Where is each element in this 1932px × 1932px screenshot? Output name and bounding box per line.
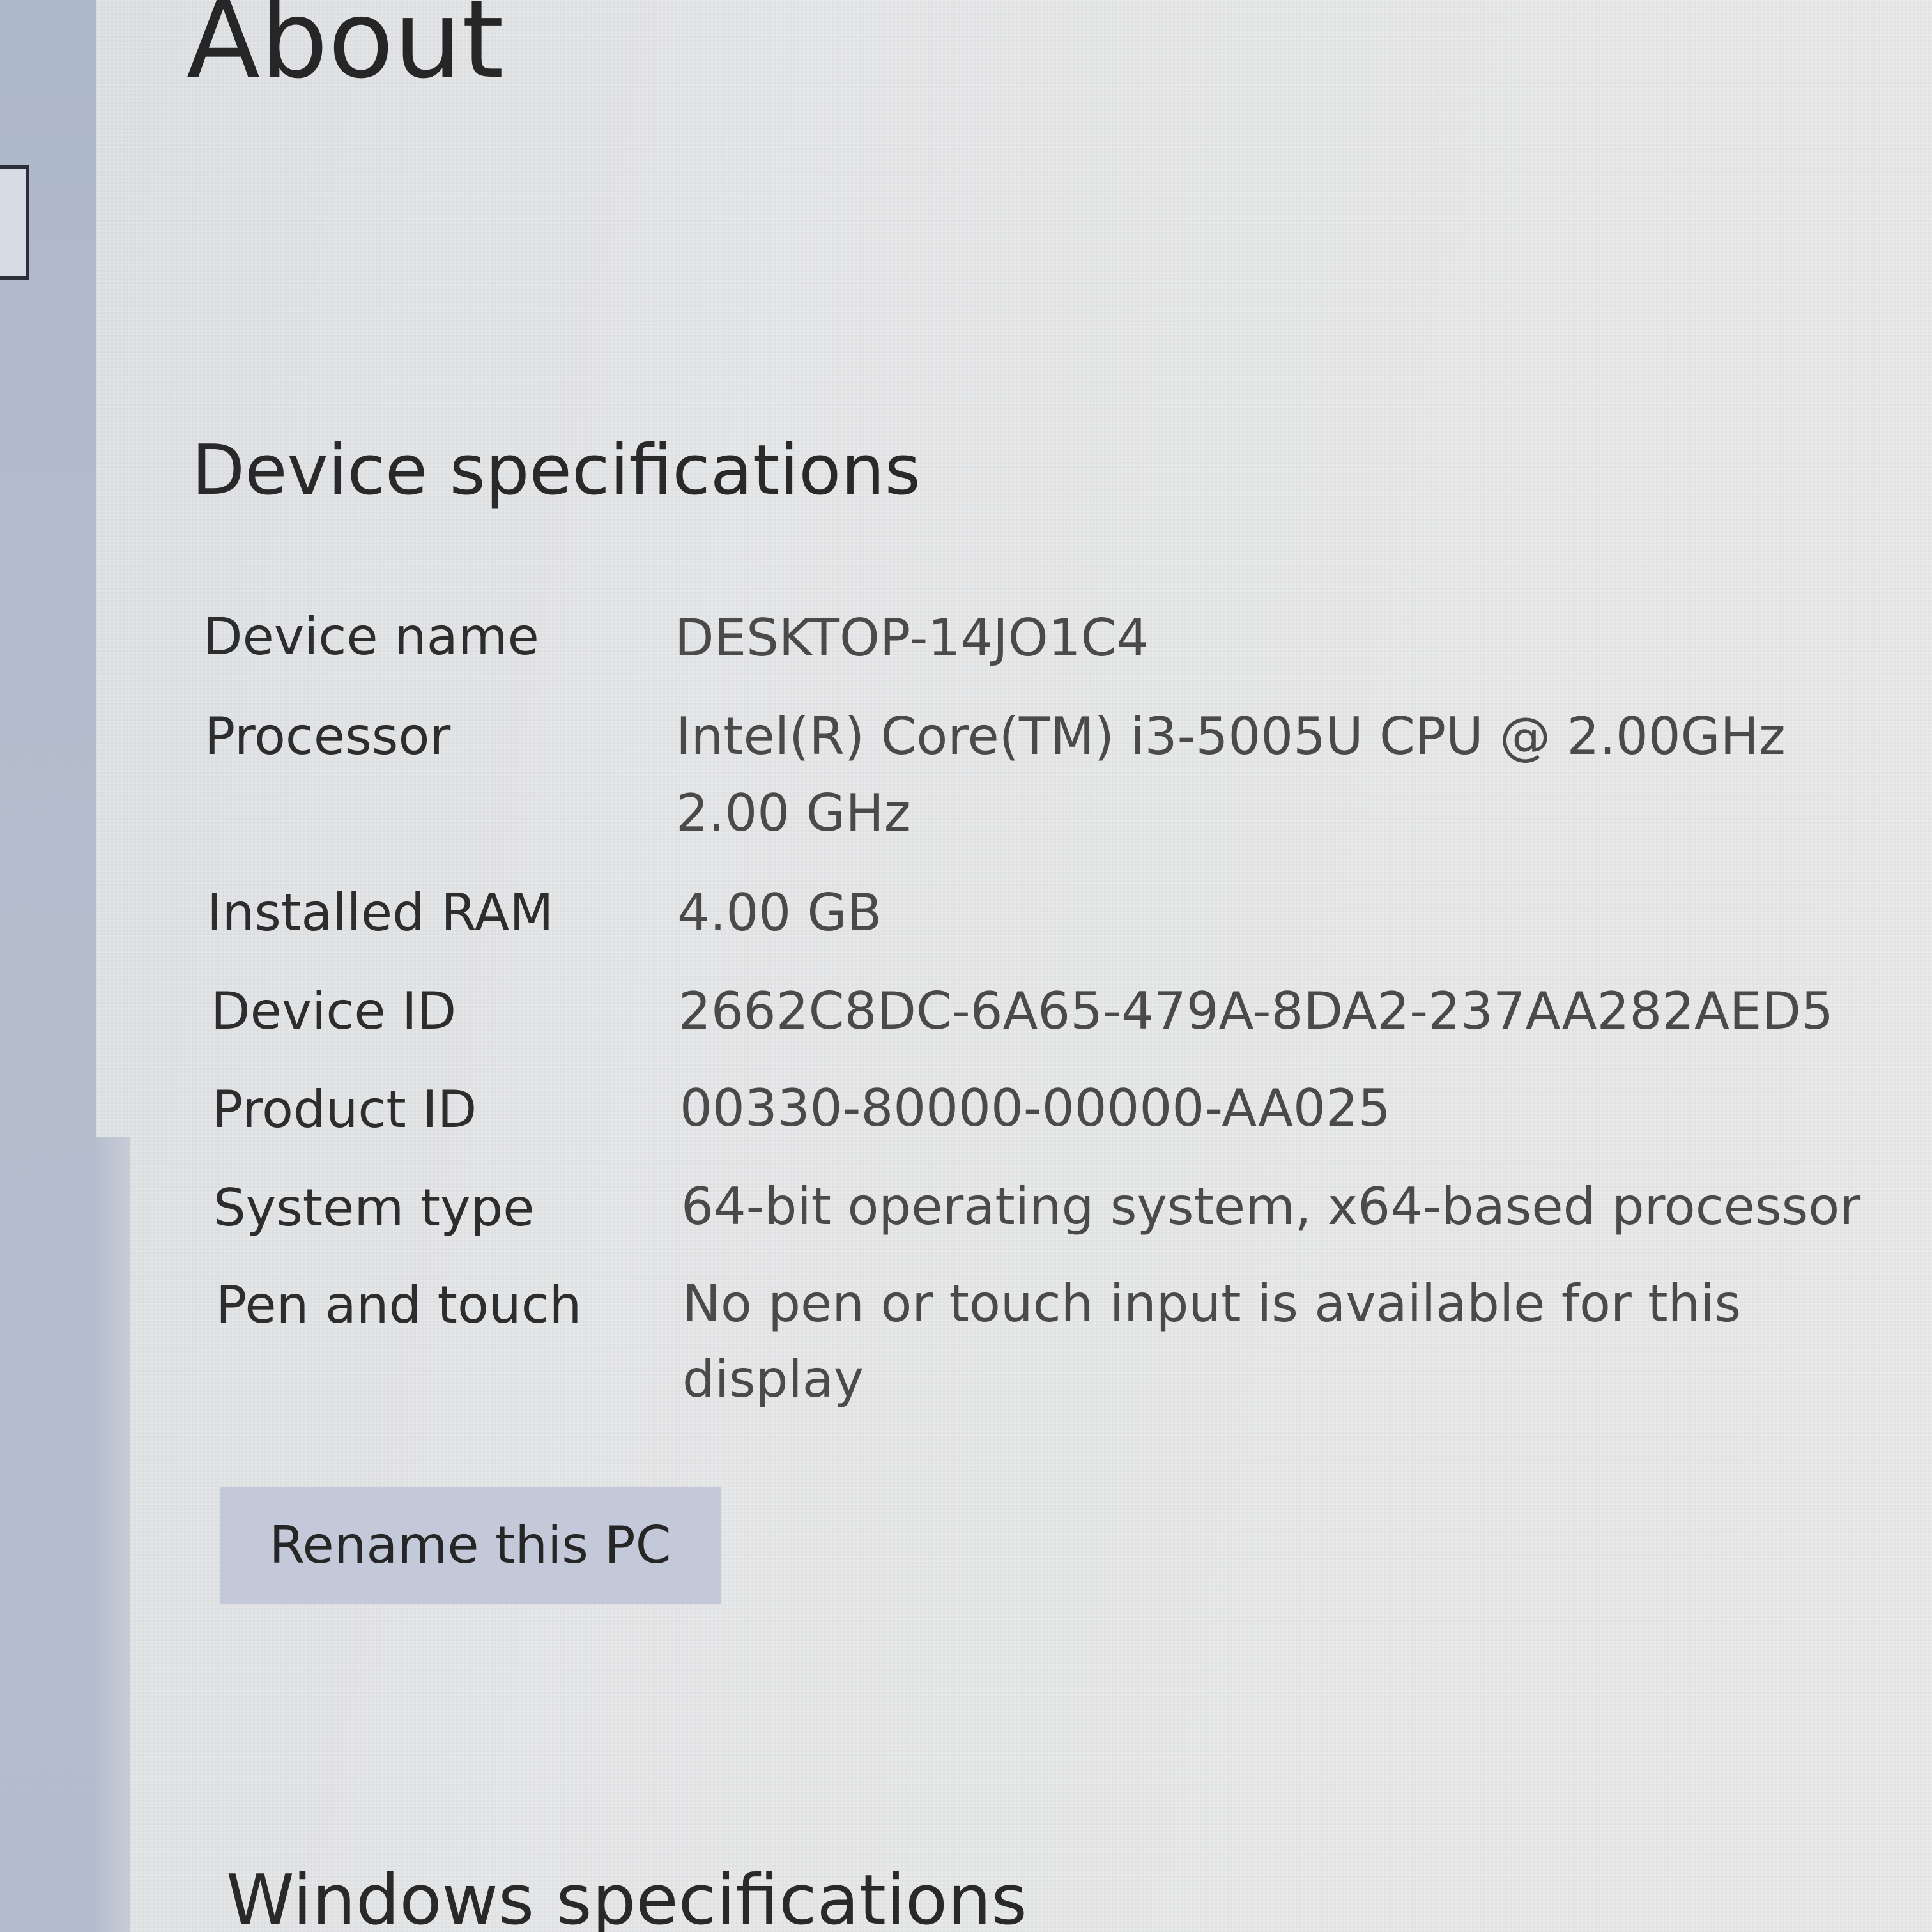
spec-label: Processor [204, 707, 451, 766]
spec-value: 00330-80000-00000-AA025 [680, 1078, 1391, 1138]
settings-window: About Device specifications Device name … [0, 0, 1932, 1932]
spec-value: No pen or touch input is available for t… [682, 1274, 1742, 1333]
spec-label: Device name [203, 607, 539, 666]
navigation-pane [0, 0, 96, 1932]
spec-value: 4.00 GB [677, 883, 882, 942]
spec-label: Pen and touch [216, 1275, 582, 1335]
navigation-selected-tab[interactable] [0, 165, 29, 280]
spec-value-line-2: display [682, 1349, 864, 1409]
spec-value: DESKTOP-14JO1C4 [675, 608, 1149, 668]
spec-value: 64-bit operating system, x64-based proce… [681, 1177, 1861, 1236]
navigation-pane-edge [96, 1137, 130, 1932]
spec-value: Intel(R) Core(TM) i3-5005U CPU @ 2.00GHz [676, 707, 1786, 766]
rename-this-pc-button[interactable]: Rename this PC [220, 1487, 721, 1604]
spec-label: Device ID [211, 981, 457, 1041]
spec-label: Product ID [212, 1080, 477, 1139]
spec-value: 2662C8DC-6A65-479A-8DA2-237AA282AED5 [678, 981, 1834, 1041]
device-specifications-heading: Device specifications [192, 431, 921, 510]
windows-specifications-heading: Windows specifications [226, 1860, 1027, 1932]
spec-label: System type [213, 1178, 535, 1238]
spec-label: Installed RAM [207, 883, 554, 942]
page-title: About [187, 0, 504, 102]
spec-value-line-2: 2.00 GHz [676, 783, 911, 843]
